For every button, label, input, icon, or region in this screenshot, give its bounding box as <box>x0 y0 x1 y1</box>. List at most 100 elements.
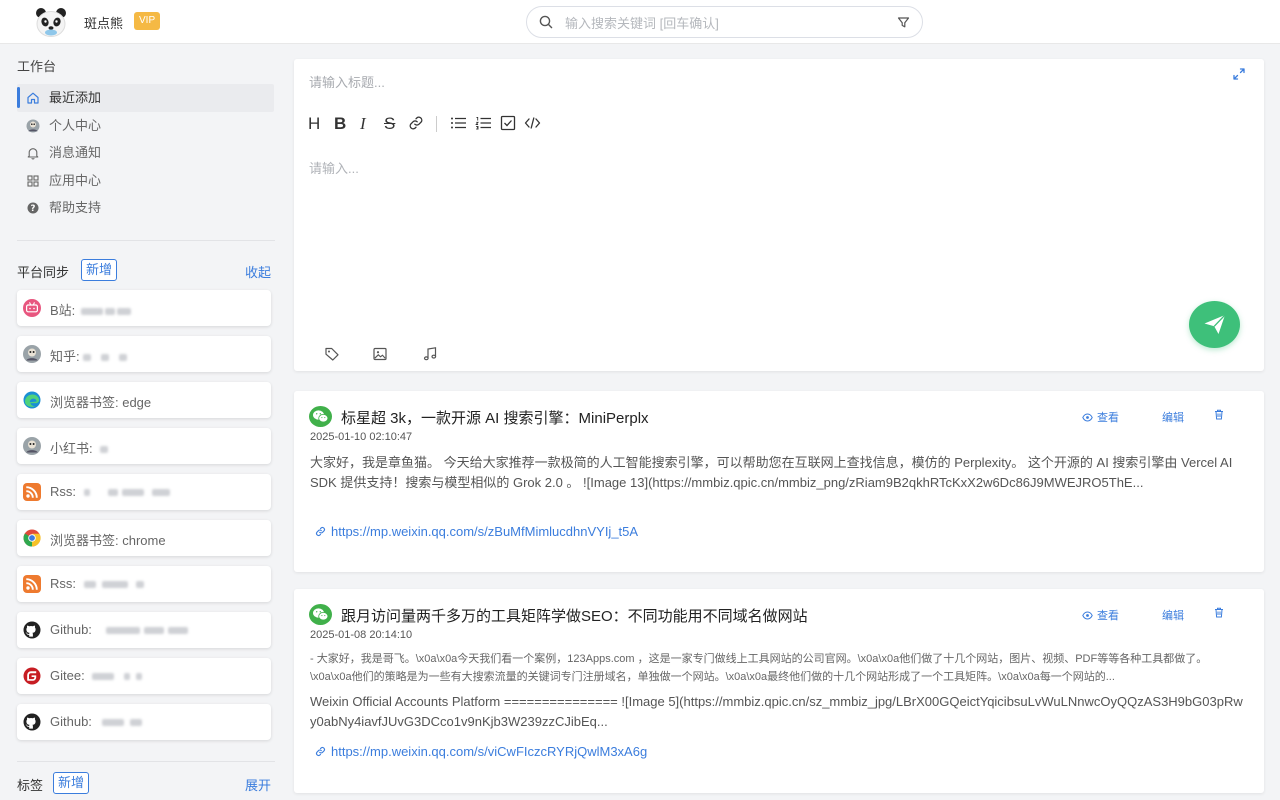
code-button[interactable] <box>524 115 541 135</box>
music-icon[interactable] <box>422 346 438 362</box>
avatar-icon <box>23 437 41 455</box>
article-date: 2025-01-10 02:10:47 <box>310 431 413 443</box>
platform-label: 小红书: <box>50 438 109 457</box>
platform-label: 知乎: <box>50 346 127 365</box>
workspace-title: 工作台 <box>17 59 57 74</box>
ordered-list-icon <box>475 117 491 130</box>
tag-icon[interactable] <box>324 346 340 362</box>
bullet-list-icon <box>451 117 466 129</box>
eye-icon <box>1082 413 1093 422</box>
trash-icon <box>1215 409 1223 420</box>
article-title[interactable]: 标星超 3k，一款开源 AI 搜索引擎：MiniPerplx <box>341 407 649 428</box>
view-button[interactable]: 查看 <box>1082 607 1119 623</box>
edit-button[interactable]: 编辑 <box>1162 409 1184 425</box>
help-icon: ? <box>27 202 39 214</box>
platform-label: B站: <box>50 300 132 319</box>
article-link[interactable]: https://mp.weixin.qq.com/s/zBuMfMimlucdh… <box>315 524 638 539</box>
italic-button[interactable]: I <box>360 114 366 134</box>
article-card[interactable]: 跟月访问量两千多万的工具矩阵学做SEO：不同功能用不同域名做网站 2025-01… <box>294 589 1264 793</box>
eye-icon <box>1082 611 1093 620</box>
task-list-button[interactable] <box>500 115 516 135</box>
filter-icon[interactable] <box>897 16 910 29</box>
tags-title: 标签 <box>17 778 44 793</box>
gitee-icon <box>23 667 41 685</box>
grid-icon <box>27 174 39 187</box>
platform-sync-header: 平台同步 新增 收起 <box>17 259 273 281</box>
rss-icon <box>23 575 41 593</box>
edit-button[interactable]: 编辑 <box>1162 607 1184 623</box>
article-card[interactable]: 标星超 3k，一款开源 AI 搜索引擎：MiniPerplx 2025-01-1… <box>294 391 1264 572</box>
heading-button[interactable]: H <box>308 114 320 134</box>
search-input[interactable] <box>565 13 885 33</box>
platform-label: Github: <box>50 714 142 729</box>
bold-button[interactable]: B <box>334 114 346 134</box>
link-icon <box>315 746 326 757</box>
send-icon <box>1204 314 1226 334</box>
expand-tags-link[interactable]: 展开 <box>245 775 271 794</box>
article-summary: - 大家好，我是哥飞。\x0a\x0a今天我们看一个案例，123Apps.com… <box>310 653 1208 683</box>
link-icon <box>409 116 423 130</box>
platform-item-bilibili[interactable]: B站: <box>17 290 271 326</box>
content-input[interactable] <box>309 158 1189 298</box>
strikethrough-button[interactable]: S <box>384 114 395 134</box>
edge-icon <box>23 391 41 409</box>
platform-item-github[interactable]: Github: <box>17 612 271 648</box>
platform-item-edge[interactable]: 浏览器书签: edge <box>17 382 271 418</box>
link-button[interactable] <box>408 115 424 135</box>
sidebar-item-notifications[interactable]: 消息通知 <box>17 139 274 167</box>
avatar-icon <box>26 119 40 132</box>
sidebar-item-label: 帮助支持 <box>49 200 102 215</box>
vip-badge: VIP <box>134 12 161 30</box>
delete-button[interactable] <box>1214 409 1228 422</box>
note-editor: H B I S <box>294 59 1264 371</box>
sidebar-item-apps[interactable]: 应用中心 <box>17 167 274 195</box>
send-button[interactable] <box>1189 301 1240 348</box>
sidebar: 工作台 最近添加 个人中心 消息通知 应用中心 ? 帮助支持 平台同步 新增 收… <box>0 45 287 800</box>
avatar-icon <box>23 345 41 363</box>
article-link[interactable]: https://mp.weixin.qq.com/s/viCwFIczcRYRj… <box>315 744 647 759</box>
sidebar-item-profile[interactable]: 个人中心 <box>17 112 274 140</box>
platform-label: 浏览器书签: chrome <box>50 533 166 548</box>
ordered-list-button[interactable] <box>475 115 492 135</box>
article-title[interactable]: 跟月访问量两千多万的工具矩阵学做SEO：不同功能用不同域名做网站 <box>341 605 808 626</box>
image-icon[interactable] <box>372 346 388 362</box>
link-icon <box>315 526 326 537</box>
platform-label: 浏览器书签: edge <box>50 395 152 410</box>
rss-icon <box>23 483 41 501</box>
article-excerpt: 大家好，我是章鱼猫。 今天给大家推荐一款极简的人工智能搜索引擎，可以帮助您在互联… <box>310 455 1233 490</box>
wechat-icon <box>309 604 332 625</box>
code-icon <box>524 117 541 129</box>
platform-item-rss[interactable]: Rss: <box>17 474 271 510</box>
platform-item-xiaohongshu[interactable]: 小红书: <box>17 428 271 464</box>
panda-logo[interactable] <box>34 6 68 38</box>
divider <box>17 761 275 762</box>
platform-item-github-2[interactable]: Github: <box>17 704 271 740</box>
search-icon <box>539 15 553 29</box>
expand-icon[interactable] <box>1232 67 1246 81</box>
platform-item-zhihu[interactable]: 知乎: <box>17 336 271 372</box>
bell-icon <box>27 148 39 160</box>
svg-text:?: ? <box>31 204 36 214</box>
sidebar-nav: 最近添加 个人中心 消息通知 应用中心 ? 帮助支持 <box>17 84 274 222</box>
delete-button[interactable] <box>1214 607 1228 620</box>
view-button[interactable]: 查看 <box>1082 409 1119 425</box>
home-icon <box>27 92 39 104</box>
wechat-icon <box>309 406 332 427</box>
bilibili-icon <box>23 299 41 317</box>
sidebar-item-help[interactable]: ? 帮助支持 <box>17 194 274 222</box>
platform-item-chrome[interactable]: 浏览器书签: chrome <box>17 520 271 556</box>
add-tag-button[interactable]: 新增 <box>53 772 90 794</box>
title-input[interactable] <box>309 71 1189 93</box>
trash-icon <box>1215 607 1223 618</box>
top-header: 斑点熊 VIP <box>0 0 1280 44</box>
github-icon <box>23 713 41 731</box>
platform-item-rss-2[interactable]: Rss: <box>17 566 271 602</box>
sidebar-item-recent[interactable]: 最近添加 <box>17 84 274 112</box>
bullet-list-button[interactable] <box>450 115 467 135</box>
github-icon <box>23 621 41 639</box>
collapse-platforms-link[interactable]: 收起 <box>245 262 271 281</box>
sidebar-item-label: 最近添加 <box>49 90 102 105</box>
platform-label: Rss: <box>50 576 144 591</box>
platform-item-gitee[interactable]: Gitee: <box>17 658 271 694</box>
add-platform-button[interactable]: 新增 <box>81 259 118 281</box>
